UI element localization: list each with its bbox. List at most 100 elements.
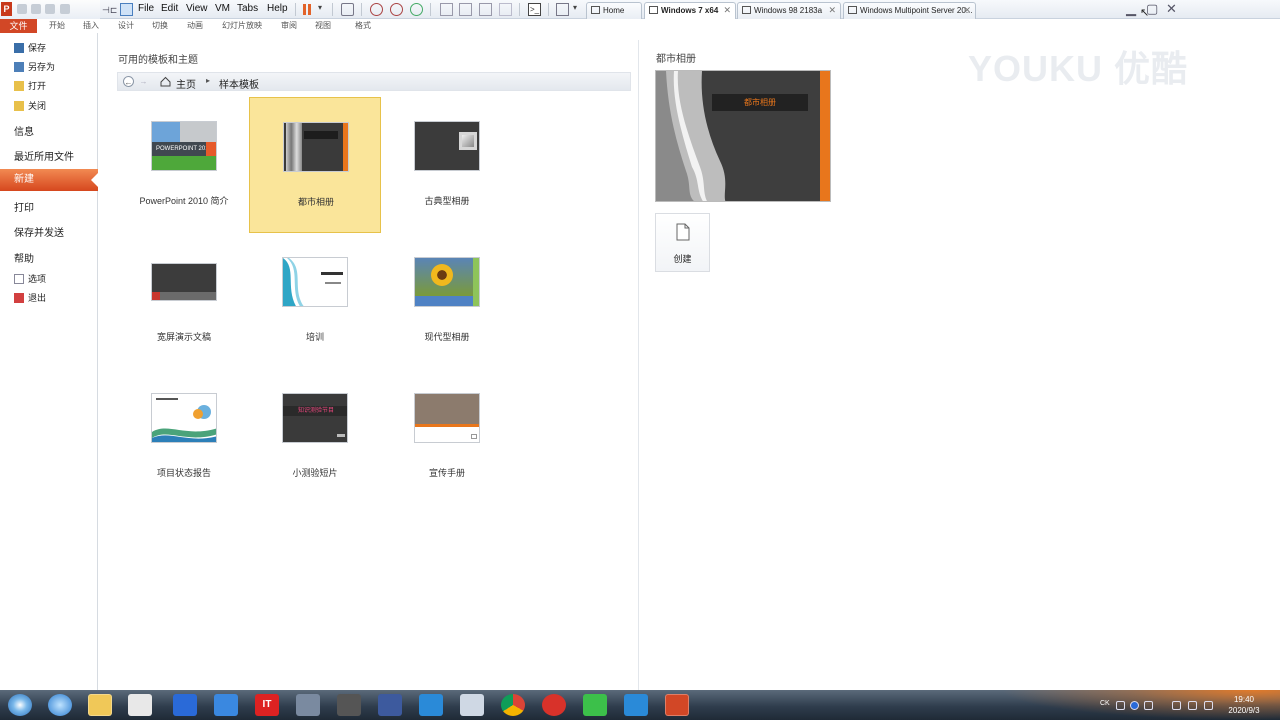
powerpoint-taskbar-icon[interactable]	[665, 694, 689, 716]
template-tile-ppt2010[interactable]: POWERPOINT 2010 PowerPoint 2010 简介	[118, 97, 250, 233]
home-icon[interactable]	[160, 76, 171, 87]
app-icon[interactable]: IT	[255, 694, 279, 716]
chrome-icon[interactable]	[501, 694, 525, 716]
close-tab-icon[interactable]: ✕	[723, 3, 731, 18]
forward-arrow-icon[interactable]: →	[138, 76, 149, 87]
tab-animations[interactable]: 动画	[187, 20, 203, 31]
app-icon[interactable]	[542, 694, 566, 716]
start-button-icon[interactable]	[8, 694, 32, 716]
tab-insert[interactable]: 插入	[83, 20, 99, 31]
stretch-dropdown-icon[interactable]: ▾	[573, 3, 577, 12]
show-library-icon[interactable]	[440, 3, 453, 16]
nav-info[interactable]: 信息	[14, 123, 34, 138]
stretch-guest-icon[interactable]	[556, 3, 569, 16]
template-tile-modern-album[interactable]: 现代型相册	[381, 233, 513, 369]
tab-format[interactable]: 格式	[355, 20, 371, 31]
close-file-icon	[14, 101, 24, 111]
vm-library-icon[interactable]: ⊣⊏	[102, 5, 117, 18]
nav-exit[interactable]: 退出	[14, 291, 46, 305]
template-label: 小测验短片	[292, 468, 338, 478]
nav-new[interactable]: 新建	[0, 169, 98, 191]
template-tile-training[interactable]: 培训	[249, 233, 381, 369]
tab-view[interactable]: 视图	[315, 20, 331, 31]
create-button[interactable]: 创建	[655, 213, 710, 272]
vm-menu-file[interactable]: File	[138, 3, 154, 14]
back-arrow-icon[interactable]: ←	[123, 76, 134, 87]
vm-tab-multipoint[interactable]: Windows Multipoint Server 20... ✕	[843, 2, 976, 19]
app-icon[interactable]	[460, 694, 484, 716]
help-tray-icon[interactable]	[1130, 701, 1139, 710]
nav-help[interactable]: 帮助	[14, 250, 34, 265]
tab-transitions[interactable]: 切换	[152, 20, 168, 31]
vm-tab-windows7[interactable]: Windows 7 x64 ✕	[644, 2, 736, 19]
snapshot-manager-icon[interactable]	[410, 3, 423, 16]
close-tab-icon[interactable]: ✕	[963, 3, 971, 18]
console-view-icon[interactable]: >_	[528, 3, 541, 16]
vm-menu-tabs[interactable]: Tabs	[237, 3, 258, 14]
snapshot-icon[interactable]	[370, 3, 383, 16]
nav-close[interactable]: 关闭	[14, 99, 46, 113]
vm-menu-vm[interactable]: VM	[215, 3, 230, 14]
app-icon[interactable]	[378, 694, 402, 716]
tray-icon[interactable]	[1116, 701, 1125, 710]
tab-slideshow[interactable]: 幻灯片放映	[222, 20, 262, 31]
flag-tray-icon[interactable]	[1172, 701, 1181, 710]
powerpoint-titlebar: P	[0, 0, 100, 19]
volume-tray-icon[interactable]	[1204, 701, 1213, 710]
tab-design[interactable]: 设计	[118, 20, 134, 31]
customize-qat-icon[interactable]	[60, 4, 70, 14]
template-tile-brochure[interactable]: 宣传手册	[381, 369, 513, 505]
template-thumbnail	[151, 393, 217, 443]
send-ctrl-alt-del-icon[interactable]	[341, 3, 354, 16]
app-icon[interactable]	[214, 694, 238, 716]
vm-tab-home[interactable]: Home	[586, 2, 642, 19]
nav-open[interactable]: 打开	[14, 79, 46, 93]
nav-save-as[interactable]: 另存为	[14, 60, 55, 74]
template-tile-quiz[interactable]: 知识测验节目 小测验短片	[249, 369, 381, 505]
tab-file[interactable]: 文件	[0, 19, 37, 33]
app-icon[interactable]	[419, 694, 443, 716]
breadcrumb-home[interactable]: 主页	[176, 76, 196, 91]
template-tile-project-status[interactable]: 项目状态报告	[118, 369, 250, 505]
input-language[interactable]: CK	[1100, 700, 1110, 707]
media-player-icon[interactable]	[128, 694, 152, 716]
app-icon[interactable]	[173, 694, 197, 716]
pause-icon[interactable]	[303, 3, 312, 16]
revert-snapshot-icon[interactable]	[390, 3, 403, 16]
taskbar-clock[interactable]: 19:40 2020/9/3	[1222, 694, 1266, 716]
nav-recent[interactable]: 最近所用文件	[14, 148, 74, 163]
app-icon[interactable]	[337, 694, 361, 716]
full-screen-icon[interactable]	[479, 3, 492, 16]
vm-tab-windows98[interactable]: Windows 98 2183a ✕	[737, 2, 841, 19]
network-tray-icon[interactable]	[1188, 701, 1197, 710]
template-tile-classic-album[interactable]: 古典型相册	[381, 97, 513, 233]
unity-icon[interactable]	[499, 3, 512, 16]
nav-print[interactable]: 打印	[14, 199, 34, 214]
vm-menu-help[interactable]: Help	[267, 3, 288, 14]
minimize-icon[interactable]: ▁	[1126, 2, 1136, 16]
vm-menu-edit[interactable]: Edit	[161, 3, 178, 14]
redo-icon[interactable]	[45, 4, 55, 14]
template-tile-urban-album[interactable]: 都市相册	[249, 97, 381, 233]
template-tile-widescreen[interactable]: 宽屏演示文稿	[118, 233, 250, 369]
close-tab-icon[interactable]: ✕	[828, 3, 836, 18]
template-label: 宣传手册	[428, 468, 465, 478]
close-window-icon[interactable]: ✕	[1166, 2, 1177, 16]
file-explorer-icon[interactable]	[88, 694, 112, 716]
power-dropdown-icon[interactable]: ▾	[318, 3, 322, 12]
vm-menu-view[interactable]: View	[186, 3, 208, 14]
nav-options[interactable]: 选项	[14, 272, 46, 286]
tray-icon[interactable]	[1144, 701, 1153, 710]
show-thumbnail-icon[interactable]	[459, 3, 472, 16]
tab-home[interactable]: 开始	[49, 20, 65, 31]
nav-save[interactable]: 保存	[14, 41, 46, 55]
nav-save-send[interactable]: 保存并发送	[14, 224, 64, 239]
undo-icon[interactable]	[31, 4, 41, 14]
app-icon[interactable]	[296, 694, 320, 716]
tab-review[interactable]: 审阅	[281, 20, 297, 31]
quick-save-icon[interactable]	[17, 4, 27, 14]
vm-console-icon[interactable]	[120, 3, 133, 16]
app-icon[interactable]	[583, 694, 607, 716]
internet-explorer-icon[interactable]	[48, 694, 72, 716]
app-icon[interactable]	[624, 694, 648, 716]
